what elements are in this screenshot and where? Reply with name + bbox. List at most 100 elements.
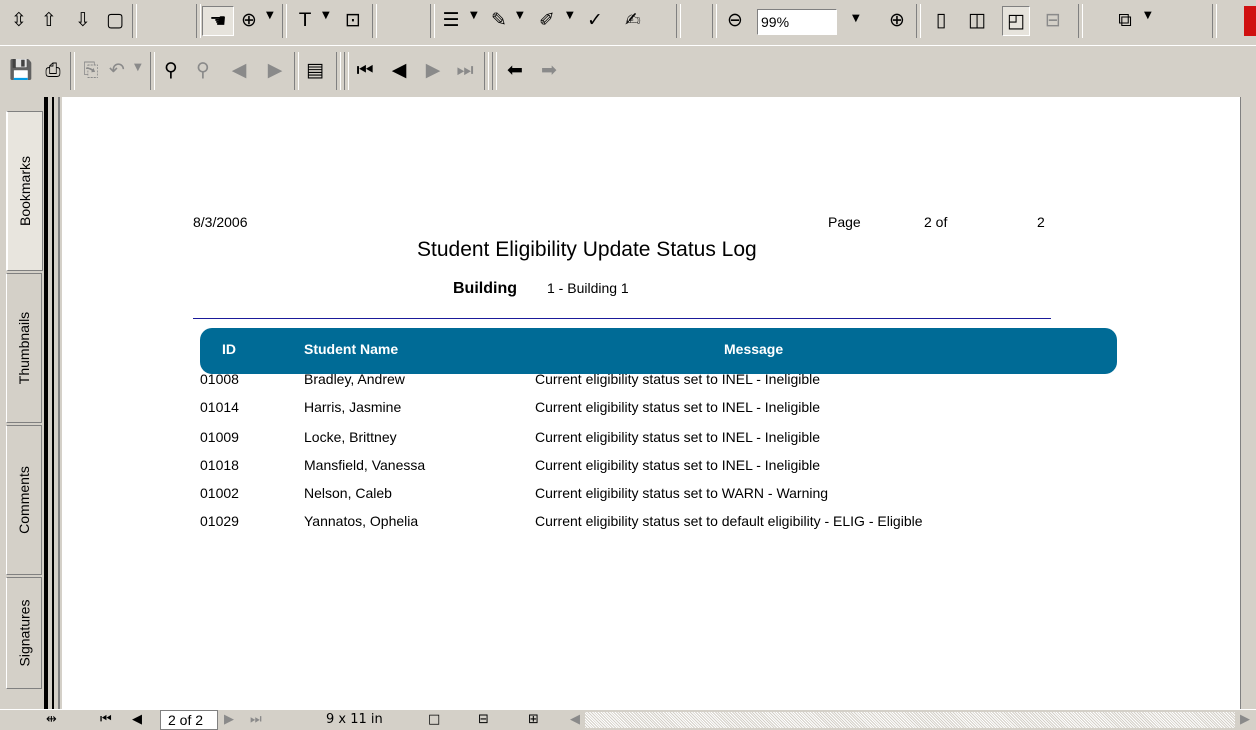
row-message: Current eligibility status set to INEL -… — [535, 429, 821, 445]
page-size-label: 9 x 11 in — [326, 712, 383, 727]
highlight-tool-dropdown-icon[interactable]: ▼ — [566, 10, 574, 21]
toolbar-separator — [916, 4, 921, 38]
toolbar-separator — [150, 52, 155, 90]
previous-view-icon[interactable]: ◀ — [226, 56, 252, 84]
file-toolbar: 💾 ⎙ ⎘ ↶ ▼ ⚲ ⚲ ◀ ▶ ▤ ⏮ ◀ ▶ ⏭ ⬅ ➡ — [0, 45, 1256, 99]
main-toolbar: ⇳ ⇧ ⇩ ▢ ☚ ⊕ ▼ T ▼ ⊡ ☰ ▼ ✎ ▼ ✐ ▼ ✓ ✍ ⊖ 99… — [0, 0, 1256, 46]
rotate-view-icon[interactable]: ⧉ — [1112, 6, 1138, 34]
search-icon[interactable]: ⚲ — [190, 56, 216, 84]
toolbar-separator — [344, 52, 349, 90]
scroll-right-icon[interactable]: ▶ — [1240, 712, 1250, 727]
go-back-icon[interactable]: ⬅ — [502, 56, 528, 84]
status-bar: ⇹ ⏮ ◀ 2 of 2 ▶ ⏭ 9 x 11 in □ ⊟ ⊞ ◀ ▶ — [0, 709, 1256, 730]
toolbar-separator — [1078, 4, 1083, 38]
next-page-icon[interactable]: ▶ — [420, 56, 446, 84]
actual-size-icon[interactable]: ▯ — [928, 6, 954, 34]
row-id: 01002 — [200, 485, 239, 501]
status-previous-page-icon[interactable]: ◀ — [132, 712, 142, 727]
document-page: 8/3/2006 Page 2 of 2 Student Eligibility… — [62, 97, 1240, 709]
split-view-icon[interactable]: ⇹ — [46, 712, 57, 727]
toolbar-separator — [430, 4, 435, 38]
row-message: Current eligibility status set to INEL -… — [535, 399, 821, 415]
pane-splitter[interactable] — [44, 97, 48, 709]
row-name: Nelson, Caleb — [304, 485, 392, 501]
go-forward-icon[interactable]: ➡ — [536, 56, 562, 84]
toolbar-separator — [1212, 4, 1217, 38]
facing-layout-icon[interactable]: ⊞ — [528, 712, 539, 727]
column-header-message: Message — [724, 341, 784, 357]
continuous-layout-icon[interactable]: ⊟ — [478, 712, 489, 727]
row-message: Current eligibility status set to defaul… — [535, 513, 923, 529]
text-tool-dropdown-icon[interactable]: ▼ — [322, 10, 330, 21]
show-navigation-pane-icon[interactable]: ▤ — [302, 56, 328, 84]
page-of: 2 of — [924, 214, 948, 230]
scroll-down-icon[interactable]: ⇩ — [70, 6, 96, 34]
scroll-left-icon[interactable]: ◀ — [570, 712, 580, 727]
row-name: Harris, Jasmine — [304, 399, 402, 415]
tab-bookmarks[interactable]: Bookmarks — [6, 111, 43, 271]
print-icon[interactable]: ⎙ — [40, 56, 66, 84]
zoom-in-icon[interactable]: ⊕ — [884, 6, 910, 34]
scroll-up-icon[interactable]: ⇧ — [36, 6, 62, 34]
row-name: Mansfield, Vanessa — [304, 457, 426, 473]
row-message: Current eligibility status set to INEL -… — [535, 371, 821, 387]
sign-tool-icon[interactable]: ✍ — [620, 6, 646, 34]
building-value: 1 - Building 1 — [547, 280, 629, 296]
horizontal-scrollbar[interactable] — [585, 712, 1235, 728]
rotate-dropdown-icon[interactable]: ▼ — [1144, 10, 1152, 21]
note-tool-icon[interactable]: ☰ — [438, 6, 464, 34]
tab-comments[interactable]: Comments — [6, 425, 42, 575]
text-select-tool-icon[interactable]: T — [292, 6, 318, 34]
navigation-tabs: Bookmarks Thumbnails Comments Signatures — [0, 97, 43, 689]
toolbar-separator — [484, 52, 489, 90]
save-icon[interactable]: 💾 — [8, 56, 34, 84]
note-tool-dropdown-icon[interactable]: ▼ — [470, 10, 478, 21]
page-label: Page — [828, 214, 861, 230]
toolbar-separator — [196, 4, 201, 38]
spellcheck-icon[interactable]: ✓ — [582, 6, 608, 34]
status-first-page-icon[interactable]: ⏮ — [100, 712, 112, 727]
fit-visible-icon[interactable]: ⊟ — [1040, 6, 1066, 34]
previous-page-icon[interactable]: ◀ — [386, 56, 412, 84]
next-view-icon[interactable]: ▶ — [262, 56, 288, 84]
toolbar-separator — [132, 4, 137, 38]
vertical-scrollbar[interactable] — [1240, 97, 1256, 709]
toolbar-separator — [336, 52, 341, 90]
zoom-out-icon[interactable]: ⊖ — [722, 6, 748, 34]
snapshot-tool-icon[interactable]: ⊡ — [340, 6, 366, 34]
row-name: Bradley, Andrew — [304, 371, 405, 387]
tab-signatures[interactable]: Signatures — [6, 577, 42, 689]
row-message: Current eligibility status set to INEL -… — [535, 457, 821, 473]
pencil-tool-icon[interactable]: ✎ — [486, 6, 512, 34]
tab-thumbnails[interactable]: Thumbnails — [6, 273, 42, 423]
undo-icon[interactable]: ↶ — [104, 56, 130, 84]
tab-comments-label: Comments — [16, 466, 32, 534]
row-id: 01009 — [200, 429, 239, 445]
zoom-tool-dropdown-icon[interactable]: ▼ — [266, 10, 274, 21]
column-header-id: ID — [222, 341, 236, 357]
fit-width-icon[interactable]: ◰ — [1002, 6, 1030, 36]
status-last-page-icon[interactable]: ⏭ — [250, 712, 262, 727]
first-page-icon[interactable]: ⏮ — [352, 56, 378, 84]
zoom-level-input[interactable]: 99% — [757, 9, 837, 35]
fit-page-icon[interactable]: ◫ — [964, 6, 990, 34]
status-next-page-icon[interactable]: ▶ — [224, 712, 234, 727]
row-message: Current eligibility status set to WARN -… — [535, 485, 829, 501]
zoom-in-tool-icon[interactable]: ⊕ — [236, 6, 262, 34]
toolbar-separator — [372, 4, 377, 38]
single-page-layout-icon[interactable]: □ — [428, 712, 440, 727]
page-number-field[interactable]: 2 of 2 — [160, 710, 218, 730]
hand-tool-icon[interactable]: ☚ — [202, 6, 234, 36]
scroll-first-icon[interactable]: ⇳ — [6, 6, 32, 34]
find-icon[interactable]: ⚲ — [158, 56, 184, 84]
column-header-student-name: Student Name — [304, 341, 399, 357]
highlight-tool-icon[interactable]: ✐ — [534, 6, 560, 34]
row-id: 01029 — [200, 513, 239, 529]
pencil-tool-dropdown-icon[interactable]: ▼ — [516, 10, 524, 21]
undo-dropdown-icon[interactable]: ▼ — [134, 62, 142, 73]
page-crop-icon[interactable]: ▢ — [102, 6, 128, 34]
last-page-icon[interactable]: ⏭ — [452, 56, 478, 84]
toolbar-separator — [492, 52, 497, 90]
copy-icon[interactable]: ⎘ — [78, 56, 104, 84]
zoom-level-dropdown-icon[interactable]: ▼ — [852, 13, 860, 24]
